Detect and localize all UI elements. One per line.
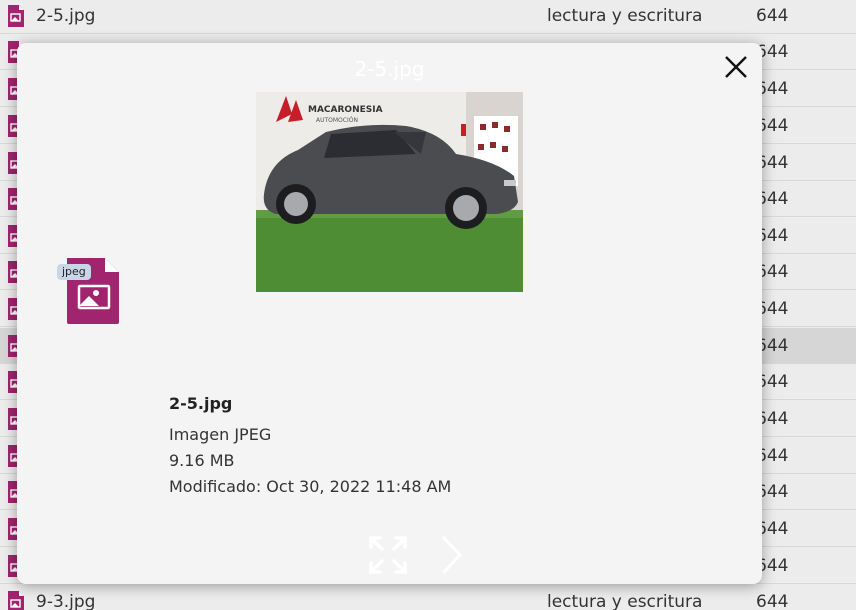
close-button[interactable]	[721, 52, 751, 82]
file-type: Imagen JPEG	[169, 425, 272, 444]
file-name-cell: 9-3.jpg	[36, 591, 96, 610]
image-file-icon	[7, 590, 24, 610]
dialog-title: 2-5.jpg	[354, 57, 425, 81]
file-row[interactable]: 9-3.jpg lectura y escritura 644	[0, 584, 856, 610]
file-row[interactable]: 2-5.jpg lectura y escritura 644	[0, 0, 856, 34]
file-permissions-cell: lectura y escritura	[547, 591, 703, 610]
image-file-icon	[7, 4, 24, 27]
close-icon	[725, 56, 747, 78]
file-size: 9.16 MB	[169, 451, 235, 470]
image-sign-text: MACARONESIA	[308, 105, 383, 115]
jpeg-file-icon: jpeg	[57, 256, 123, 326]
fullscreen-button[interactable]	[368, 535, 408, 575]
file-modified: Modificado: Oct 30, 2022 11:48 AM	[169, 477, 452, 496]
file-info: 2-5.jpg Imagen JPEG 9.16 MB Modificado: …	[169, 392, 451, 500]
image-sign-subtext: AUTOMOCIÓN	[316, 117, 358, 124]
file-mode-cell: 644	[756, 591, 789, 610]
chevron-right-icon	[442, 536, 463, 574]
file-preview-dialog: 2-5.jpg MACARONESIA AUTOMOCIÓN jpeg 2-5.…	[17, 43, 762, 584]
file-mode-cell: 644	[756, 5, 789, 26]
expand-icon	[369, 536, 407, 574]
file-permissions-cell: lectura y escritura	[547, 5, 703, 26]
file-name-cell: 2-5.jpg	[36, 5, 96, 26]
file-type-badge: jpeg	[57, 264, 91, 280]
next-file-button[interactable]	[439, 535, 465, 575]
image-preview: MACARONESIA AUTOMOCIÓN	[256, 92, 523, 292]
file-name: 2-5.jpg	[169, 394, 233, 413]
